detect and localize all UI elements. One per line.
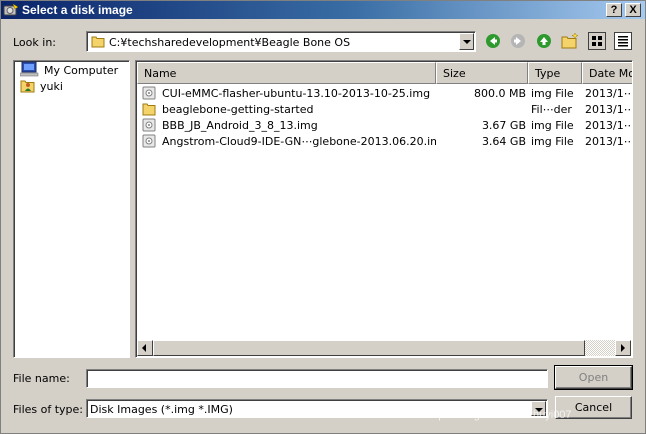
file-name: CUI-eMMC-flasher-ubuntu-13.10-2013-10-25… bbox=[162, 87, 431, 100]
window-title: Select a disk image bbox=[22, 3, 133, 17]
table-row[interactable]: beaglebone-getting-started Fil⋯der 2013/… bbox=[140, 102, 633, 118]
new-folder-icon[interactable] bbox=[561, 32, 579, 50]
column-header-date[interactable]: Date Mod bbox=[582, 62, 632, 84]
scrollbar-thumb[interactable] bbox=[153, 340, 585, 356]
file-type: img File bbox=[531, 87, 574, 100]
file-type: img File bbox=[531, 135, 574, 148]
up-folder-icon[interactable] bbox=[535, 32, 553, 50]
horizontal-scrollbar[interactable] bbox=[137, 340, 631, 356]
help-button[interactable]: ? bbox=[606, 3, 622, 17]
user-folder-icon bbox=[20, 77, 36, 96]
file-date: 2013/1⋯ bbox=[585, 119, 633, 132]
file-date: 2013/1⋯ bbox=[585, 135, 633, 148]
title-bar[interactable]: Select a disk image ? X bbox=[1, 1, 645, 19]
file-type: img File bbox=[531, 119, 574, 132]
folder-icon bbox=[142, 102, 156, 116]
places-sidebar[interactable]: My Computer yuki bbox=[13, 60, 130, 358]
icon-view-icon[interactable] bbox=[588, 32, 606, 50]
scroll-right-icon[interactable] bbox=[615, 340, 631, 356]
column-header-size[interactable]: Size bbox=[436, 62, 528, 84]
file-size: 800.0 MB bbox=[473, 87, 526, 100]
open-button[interactable]: Open bbox=[554, 365, 633, 390]
file-type-value: Disk Images (*.img *.IMG) bbox=[90, 403, 233, 416]
file-list[interactable]: Name Size Type Date Mod CUI-eMMC-flasher… bbox=[135, 60, 633, 358]
file-name-input[interactable] bbox=[86, 369, 548, 388]
disk-image-dialog: Select a disk image ? X Look in: C:¥tech… bbox=[0, 0, 646, 434]
column-header-name[interactable]: Name bbox=[137, 62, 436, 84]
disk-image-icon bbox=[142, 134, 156, 148]
file-date: 2013/1⋯ bbox=[585, 87, 633, 100]
file-date: 2013/1⋯ bbox=[585, 103, 633, 116]
look-in-path: C:¥techsharedevelopment¥Beagle Bone OS bbox=[109, 36, 351, 49]
disk-image-icon bbox=[142, 118, 156, 132]
file-type-label: Files of type: bbox=[13, 403, 84, 416]
detail-view-icon[interactable] bbox=[614, 32, 632, 50]
table-row[interactable]: Angstrom-Cloud9-IDE-GN⋯glebone-2013.06.2… bbox=[140, 134, 633, 150]
scroll-left-icon[interactable] bbox=[137, 340, 153, 356]
look-in-label: Look in: bbox=[13, 36, 56, 49]
file-name: beaglebone-getting-started bbox=[162, 103, 314, 116]
sidebar-item-label: yuki bbox=[40, 79, 63, 93]
disk-app-icon bbox=[3, 3, 19, 17]
back-icon[interactable] bbox=[484, 32, 502, 50]
folder-icon bbox=[91, 35, 105, 48]
forward-icon[interactable] bbox=[509, 32, 527, 50]
disk-image-icon bbox=[142, 86, 156, 100]
table-row[interactable]: BBB_JB_Android_3_8_13.img 3.67 GB img Fi… bbox=[140, 118, 633, 134]
file-name: Angstrom-Cloud9-IDE-GN⋯glebone-2013.06.2… bbox=[162, 135, 436, 148]
file-size: 3.64 GB bbox=[481, 135, 526, 148]
file-name: BBB_JB_Android_3_8_13.img bbox=[162, 119, 318, 132]
table-row[interactable]: CUI-eMMC-flasher-ubuntu-13.10-2013-10-25… bbox=[140, 86, 633, 102]
file-name-label: File name: bbox=[13, 372, 70, 385]
close-button[interactable]: X bbox=[625, 3, 641, 17]
watermark-text: https://blog.csdn.net/zhuyi007 bbox=[426, 409, 572, 421]
dropdown-arrow-icon[interactable] bbox=[459, 33, 474, 50]
file-size: 3.67 GB bbox=[481, 119, 526, 132]
sidebar-item-label: My Computer bbox=[44, 63, 119, 77]
sidebar-item-yuki[interactable]: yuki bbox=[20, 78, 63, 94]
look-in-combo[interactable]: C:¥techsharedevelopment¥Beagle Bone OS bbox=[86, 31, 476, 52]
column-header-type[interactable]: Type bbox=[528, 62, 582, 84]
file-type: Fil⋯der bbox=[531, 103, 572, 116]
